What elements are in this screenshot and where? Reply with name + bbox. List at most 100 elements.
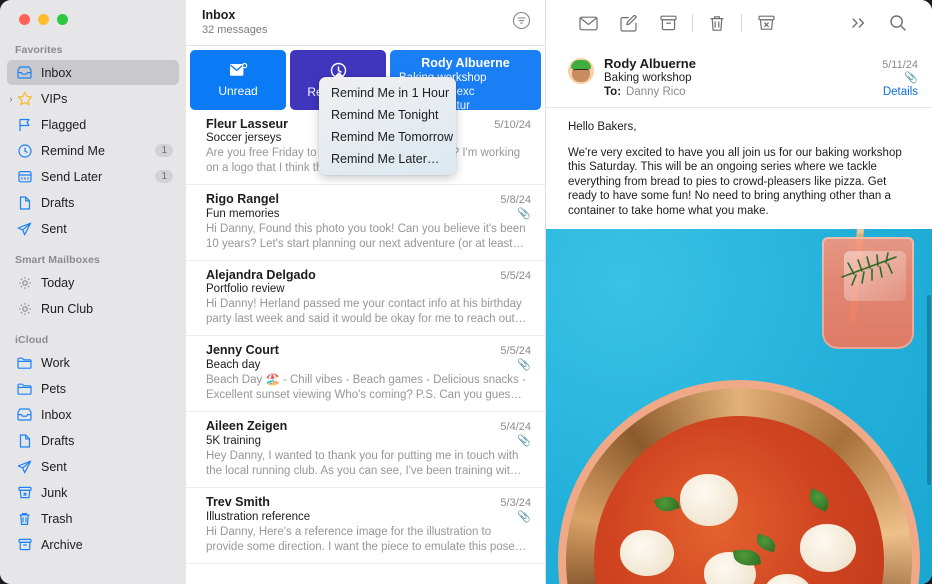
sidebar: Favorites Inbox › VIPs Flagged Remind Me… [0, 0, 186, 584]
message-list: Inbox 32 messages Unread Rody Albuerne w… [186, 0, 546, 584]
zoom-button[interactable] [57, 13, 68, 25]
to-label: To: [604, 86, 622, 98]
unread-badge: 1 [155, 170, 173, 183]
message-subject: 5K training [206, 434, 261, 447]
unread-badge: 1 [155, 144, 173, 157]
chevron-double-right-icon[interactable] [838, 8, 878, 38]
swipe-actions-row: Unread Remind Me Rody Albuerne Baking wo… [186, 46, 545, 175]
minimize-button[interactable] [38, 13, 49, 25]
remind-me-context-menu[interactable]: Remind Me in 1 Hour Remind Me Tonight Re… [319, 72, 456, 175]
sidebar-item-icloud-inbox[interactable]: Inbox [7, 402, 179, 427]
flag-icon [15, 116, 34, 133]
document-icon [15, 432, 34, 449]
junk-icon[interactable] [746, 8, 786, 38]
mozzarella [800, 524, 856, 572]
menu-item-remind-1-hour[interactable]: Remind Me in 1 Hour [319, 82, 456, 104]
window-controls [0, 0, 186, 38]
details-link[interactable]: Details [883, 86, 918, 98]
archive-icon [15, 536, 34, 553]
sidebar-item-label: Today [41, 275, 75, 290]
sidebar-item-icloud-sent[interactable]: Sent [7, 454, 179, 479]
sidebar-item-flagged[interactable]: Flagged [7, 112, 179, 137]
search-icon[interactable] [878, 8, 918, 38]
sidebar-item-junk[interactable]: Junk [7, 480, 179, 505]
close-button[interactable] [19, 13, 30, 25]
sidebar-item-icloud-drafts[interactable]: Drafts [7, 428, 179, 453]
folder-icon [15, 354, 34, 371]
sidebar-item-inbox[interactable]: Inbox [7, 60, 179, 85]
sidebar-item-label: Run Club [41, 301, 94, 316]
paperclip-icon: 📎 [517, 435, 531, 447]
sidebar-item-label: Remind Me [41, 143, 105, 158]
body-paragraph: We're very excited to have you all join … [568, 146, 902, 217]
message-subject: Baking workshop [604, 72, 692, 84]
sidebar-section-favorites: Favorites [15, 44, 63, 56]
message-date: 5/10/24 [494, 119, 531, 131]
mail-window: Favorites Inbox › VIPs Flagged Remind Me… [0, 0, 932, 584]
message-list-scroll: Unread Remind Me Rody Albuerne Baking wo… [186, 46, 545, 584]
pizza-photo[interactable] [546, 228, 932, 584]
swipe-action-unread[interactable]: Unread [190, 50, 286, 110]
message-date: 5/4/24 [500, 421, 531, 433]
archive-icon[interactable] [648, 8, 688, 38]
sidebar-item-label: Trash [41, 511, 73, 526]
sidebar-item-send-later[interactable]: Send Later 1 [7, 164, 179, 189]
sidebar-item-sent[interactable]: Sent [7, 216, 179, 241]
avatar [568, 58, 594, 84]
message-from: Rody Albuerne [604, 56, 696, 71]
trash-icon[interactable] [697, 8, 737, 38]
sidebar-item-trash[interactable]: Trash [7, 506, 179, 531]
paperclip-icon: 📎 [517, 511, 531, 523]
table-row[interactable]: Alejandra Delgado 5/5/24 Portfolio revie… [186, 261, 545, 336]
table-row[interactable]: Rigo Rangel 5/8/24 Fun memories 📎 Hi Dan… [186, 185, 545, 261]
sidebar-item-vips[interactable]: › VIPs [7, 86, 179, 111]
message-date: 5/5/24 [500, 270, 531, 282]
mailbox-title: Inbox [202, 8, 236, 22]
body-greeting: Hello Bakers, [568, 121, 637, 133]
trash-icon [15, 510, 34, 527]
message-list-header: Inbox 32 messages [186, 0, 545, 46]
mark-unread-icon[interactable] [568, 8, 608, 38]
sidebar-item-remind-me[interactable]: Remind Me 1 [7, 138, 179, 163]
sidebar-item-drafts[interactable]: Drafts [7, 190, 179, 215]
menu-item-remind-later[interactable]: Remind Me Later… [319, 148, 456, 170]
chevron-right-icon[interactable]: › [5, 93, 17, 105]
message-date: 5/8/24 [500, 194, 531, 206]
sidebar-item-archive[interactable]: Archive [7, 532, 179, 557]
menu-item-remind-tomorrow[interactable]: Remind Me Tomorrow [319, 126, 456, 148]
junk-icon [15, 484, 34, 501]
sidebar-item-label: Send Later [41, 169, 103, 184]
message-header: Rody Albuerne 5/11/24 Baking workshop 📎 … [546, 46, 932, 108]
sidebar-item-run-club[interactable]: Run Club [7, 296, 179, 321]
unread-envelope-icon [229, 62, 248, 81]
message-preview: Hey Danny, I wanted to thank you for put… [206, 450, 522, 477]
star-icon [15, 90, 34, 107]
inbox-icon [15, 64, 34, 81]
reader-toolbar [546, 0, 932, 46]
gear-icon [15, 300, 34, 317]
message-preview: Beach Day 🏖️ - Chill vibes - Beach games… [206, 374, 526, 401]
message-sender: Jenny Court [206, 343, 279, 357]
sidebar-section-smart-mailboxes: Smart Mailboxes [15, 254, 100, 266]
message-preview: Hi Danny, Found this photo you took! Can… [206, 223, 526, 250]
filter-icon[interactable] [512, 11, 531, 35]
sidebar-item-label: Sent [41, 459, 67, 474]
table-row[interactable]: Jenny Court 5/5/24 Beach day 📎 Beach Day… [186, 336, 545, 412]
compose-icon[interactable] [608, 8, 648, 38]
reading-pane: Rody Albuerne 5/11/24 Baking workshop 📎 … [546, 0, 932, 584]
rosemary-sprig [841, 251, 897, 286]
message-sender: Trev Smith [206, 495, 270, 509]
scrollbar[interactable] [927, 294, 931, 485]
paper-plane-icon [15, 458, 34, 475]
sidebar-item-today[interactable]: Today [7, 270, 179, 295]
mozzarella [620, 530, 674, 576]
paperclip-icon: 📎 [517, 208, 531, 220]
sidebar-item-work[interactable]: Work [7, 350, 179, 375]
sidebar-item-label: Drafts [41, 195, 75, 210]
sidebar-item-label: Archive [41, 537, 83, 552]
table-row[interactable]: Aileen Zeigen 5/4/24 5K training 📎 Hey D… [186, 412, 545, 488]
menu-item-remind-tonight[interactable]: Remind Me Tonight [319, 104, 456, 126]
message-date: 5/3/24 [500, 497, 531, 509]
table-row[interactable]: Trev Smith 5/3/24 Illustration reference… [186, 488, 545, 564]
sidebar-item-pets[interactable]: Pets [7, 376, 179, 401]
